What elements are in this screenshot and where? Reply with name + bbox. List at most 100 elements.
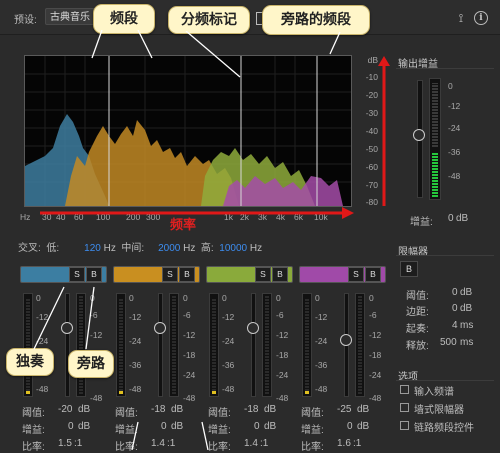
band-meter-tick: -48 — [36, 384, 49, 394]
threshold-unit: dB — [357, 404, 370, 415]
gain-reduction-tick: -12 — [183, 330, 196, 340]
gain-reduction-tick: -24 — [183, 370, 196, 380]
gain-unit: dB — [264, 421, 277, 432]
frequency-arrow — [40, 207, 354, 219]
crossover-low-value[interactable]: 120 — [84, 243, 101, 254]
gain-value[interactable]: 0 — [68, 421, 74, 432]
output-gain-panel — [396, 68, 494, 229]
db-tick: -60 — [365, 162, 378, 172]
option-checkbox-brickwall[interactable] — [400, 403, 409, 412]
limiter-release-value[interactable]: 500 — [440, 337, 457, 348]
threshold-unit: dB — [78, 404, 91, 415]
bypass-button[interactable]: B — [272, 267, 288, 282]
gain-unit: dB — [357, 421, 370, 432]
band-meter-tick: -48 — [315, 384, 328, 394]
gain-reduction-tick: 0 — [369, 293, 374, 303]
crossover-mid-label: 中间: — [121, 243, 145, 254]
option-checkbox-link-bands[interactable] — [400, 421, 409, 430]
crossover-low-label: 低: — [46, 243, 60, 254]
callout-crossover-pointer — [185, 31, 241, 78]
threshold-slider-knob[interactable] — [340, 334, 352, 346]
threshold-slider-track[interactable] — [158, 293, 163, 397]
crossover-high-unit: Hz — [249, 243, 263, 254]
threshold-slider-track[interactable] — [251, 293, 256, 397]
output-level-meter — [429, 78, 441, 200]
ratio-value[interactable]: 1.4 — [244, 438, 258, 449]
bypass-button[interactable]: B — [179, 267, 195, 282]
callout-crossover: 分频标记 — [168, 6, 250, 34]
gain-value[interactable]: 0 — [254, 421, 260, 432]
limiter-release-label: 释放: — [406, 341, 429, 352]
band-meter-tick: -48 — [222, 384, 235, 394]
db-tick: -70 — [365, 180, 378, 190]
option-checkbox-input-spectrum[interactable] — [400, 385, 409, 394]
band-meter-tick: -36 — [129, 360, 142, 370]
threshold-slider-knob[interactable] — [154, 322, 166, 334]
gain-value[interactable]: 0 — [347, 421, 353, 432]
bypass-button[interactable]: B — [365, 267, 381, 282]
output-tick: 0 — [448, 81, 453, 91]
threshold-unit: dB — [264, 404, 277, 415]
limiter-threshold-value[interactable]: 0 — [452, 287, 458, 298]
limiter-attack-value[interactable]: 4 — [452, 320, 458, 331]
db-tick: -80 — [365, 197, 378, 207]
band-meter-tick: -24 — [222, 336, 235, 346]
threshold-label: 阈值: — [301, 408, 324, 419]
solo-button[interactable]: S — [348, 267, 364, 282]
gain-reduction-tick: -12 — [276, 330, 289, 340]
output-gain-label: 增益: — [410, 217, 433, 228]
ratio-value[interactable]: 1.6 — [337, 438, 351, 449]
bypass-button[interactable]: B — [86, 267, 102, 282]
threshold-value[interactable]: -18 — [151, 404, 165, 415]
db-tick: -30 — [365, 108, 378, 118]
callout-bypassed-pointer — [329, 32, 341, 55]
amplitude-arrow — [378, 56, 390, 206]
callout-band-pointer — [91, 30, 153, 59]
limiter-threshold-label: 阈值: — [406, 291, 429, 302]
crossover-label: 交叉: — [18, 243, 41, 254]
ratio-suffix: :1 — [260, 438, 269, 449]
crossover-high-value[interactable]: 10000 — [219, 243, 247, 254]
ratio-label: 比率: — [301, 442, 324, 453]
callout-bypassed-band: 旁路的频段 — [262, 5, 370, 35]
gain-reduction-tick: -48 — [369, 393, 382, 403]
output-tick: -12 — [448, 101, 461, 111]
info-icon[interactable]: i — [474, 11, 488, 25]
solo-button[interactable]: S — [69, 267, 85, 282]
hz-tick: Hz — [20, 212, 31, 222]
limiter-margin-value[interactable]: 0 — [452, 303, 458, 314]
gain-reduction-tick: -48 — [90, 393, 103, 403]
band-meter-tick: -24 — [129, 336, 142, 346]
output-gain-value[interactable]: 0 — [448, 213, 454, 224]
output-gain-slider-knob[interactable] — [413, 129, 425, 141]
output-gain-unit: dB — [456, 213, 469, 224]
ratio-value[interactable]: 1.5 — [58, 438, 72, 449]
routing-icon[interactable]: ⟟ — [454, 11, 468, 25]
db-tick: -20 — [365, 90, 378, 100]
ratio-suffix: :1 — [353, 438, 362, 449]
gain-reduction-tick: -48 — [276, 393, 289, 403]
db-unit: dB — [367, 55, 378, 65]
solo-button[interactable]: S — [162, 267, 178, 282]
callout-bypass: 旁路 — [68, 350, 114, 378]
gain-reduction-tick: -6 — [369, 310, 377, 320]
threshold-label: 阈值: — [208, 408, 231, 419]
threshold-value[interactable]: -25 — [337, 404, 351, 415]
crossover-row: 交叉: 低: 120 Hz 中间: 2000 Hz 高: 10000 Hz — [18, 239, 262, 254]
threshold-slider-knob[interactable] — [247, 322, 259, 334]
limiter-bypass-button[interactable]: B — [400, 261, 418, 277]
threshold-value[interactable]: -18 — [244, 404, 258, 415]
solo-button[interactable]: S — [255, 267, 271, 282]
band-meter-tick: -48 — [129, 384, 142, 394]
threshold-label: 阈值: — [115, 408, 138, 419]
callout-solo: 独奏 — [6, 348, 54, 376]
threshold-value[interactable]: -20 — [58, 404, 72, 415]
gain-reduction-tick: -6 — [183, 310, 191, 320]
crossover-low-unit: Hz — [103, 243, 116, 254]
output-tick: -24 — [448, 123, 461, 133]
threshold-label: 阈值: — [22, 408, 45, 419]
gain-reduction-tick: 0 — [183, 293, 188, 303]
crossover-mid-value[interactable]: 2000 — [158, 243, 180, 254]
band-gain-meter — [209, 293, 219, 397]
limiter-margin-unit: dB — [460, 303, 473, 314]
